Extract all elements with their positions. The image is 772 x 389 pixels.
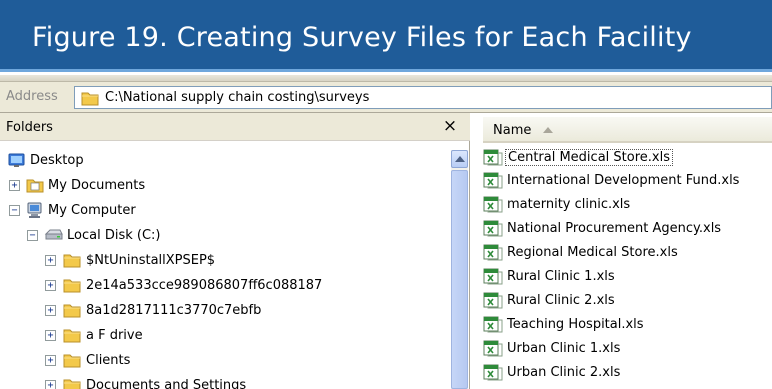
expand-icon[interactable]: + — [45, 380, 56, 389]
file-name: Central Medical Store.xls — [505, 149, 673, 166]
desktop-icon — [8, 152, 26, 173]
tree-item-desktop[interactable]: Desktop — [0, 151, 300, 171]
tree-item-label: Desktop — [30, 153, 84, 168]
file-item[interactable]: Teaching Hospital.xls — [483, 315, 772, 335]
tree-item-label: a F drive — [86, 328, 143, 343]
collapse-icon[interactable]: − — [27, 230, 38, 241]
scrollbar-thumb[interactable] — [451, 170, 468, 389]
folders-header: Folders × — [0, 113, 470, 141]
tree-item-local-disk[interactable]: − Local Disk (C:) — [0, 226, 300, 246]
excel-file-icon — [483, 172, 503, 194]
name-header-label: Name — [493, 123, 532, 138]
file-name: Urban Clinic 1.xls — [507, 341, 621, 356]
excel-file-icon — [483, 316, 503, 338]
figure-banner: Figure 19. Creating Survey Files for Eac… — [0, 0, 772, 72]
file-name: Regional Medical Store.xls — [507, 245, 678, 260]
collapse-icon[interactable]: − — [9, 205, 20, 216]
file-name: Teaching Hospital.xls — [507, 317, 644, 332]
folder-icon — [63, 352, 81, 372]
folder-icon — [63, 327, 81, 347]
sort-ascending-icon — [543, 127, 553, 133]
file-item[interactable]: Regional Medical Store.xls — [483, 243, 772, 263]
tree-item-folder[interactable]: + 2e14a533cce989086807ff6c088187 — [0, 276, 440, 296]
file-item[interactable]: International Development Fund.xls — [483, 171, 772, 191]
file-item[interactable]: Rural Clinic 2.xls — [483, 291, 772, 311]
address-bar: Address C:\National supply chain costing… — [0, 82, 772, 113]
scroll-up-icon[interactable] — [451, 150, 468, 168]
excel-file-icon — [483, 220, 503, 242]
folder-icon — [81, 90, 99, 111]
tree-item-folder[interactable]: + 8a1d2817111c3770c7ebfb — [0, 301, 440, 321]
file-name: Rural Clinic 2.xls — [507, 293, 615, 308]
file-name: International Development Fund.xls — [507, 173, 740, 188]
expand-icon[interactable]: + — [45, 280, 56, 291]
address-path: C:\National supply chain costing\surveys — [105, 90, 370, 105]
tree-item-label: 2e14a533cce989086807ff6c088187 — [86, 278, 323, 293]
excel-file-icon — [483, 292, 503, 314]
tree-item-label: Local Disk (C:) — [67, 228, 161, 243]
excel-file-icon — [483, 149, 503, 171]
file-item[interactable]: Central Medical Store.xls — [483, 148, 772, 168]
tree-item-label: Documents and Settings — [86, 378, 247, 389]
figure-title: Figure 19. Creating Survey Files for Eac… — [32, 22, 692, 53]
tree-item-my-documents[interactable]: + My Documents — [0, 176, 300, 196]
tree-item-folder[interactable]: + Documents and Settings — [0, 376, 440, 389]
file-item[interactable]: Urban Clinic 2.xls — [483, 363, 772, 383]
close-icon[interactable]: × — [440, 116, 460, 136]
excel-file-icon — [483, 244, 503, 266]
expand-icon[interactable]: + — [45, 305, 56, 316]
tree-item-folder[interactable]: + $NtUninstallXPSEP$ — [0, 251, 440, 271]
computer-icon — [26, 202, 44, 223]
folder-icon — [63, 277, 81, 297]
file-item[interactable]: maternity clinic.xls — [483, 195, 772, 215]
excel-file-icon — [483, 268, 503, 290]
folders-title: Folders — [6, 120, 53, 135]
file-name: Rural Clinic 1.xls — [507, 269, 615, 284]
tree-item-label: 8a1d2817111c3770c7ebfb — [86, 303, 262, 318]
file-item[interactable]: Rural Clinic 1.xls — [483, 267, 772, 287]
tree-item-label: My Computer — [48, 203, 136, 218]
file-name: maternity clinic.xls — [507, 197, 631, 212]
expand-icon[interactable]: + — [45, 355, 56, 366]
folder-icon — [63, 302, 81, 322]
tree-item-my-computer[interactable]: − My Computer — [0, 201, 300, 221]
expand-icon[interactable]: + — [9, 180, 20, 191]
tree-item-label: $NtUninstallXPSEP$ — [86, 253, 216, 268]
expand-icon[interactable]: + — [45, 255, 56, 266]
address-input[interactable]: C:\National supply chain costing\surveys — [74, 86, 772, 109]
excel-file-icon — [483, 196, 503, 218]
tree-item-label: My Documents — [48, 178, 146, 193]
expand-icon[interactable]: + — [45, 330, 56, 341]
folder-icon — [63, 252, 81, 272]
file-name: Urban Clinic 2.xls — [507, 365, 621, 380]
tree-item-label: Clients — [86, 353, 131, 368]
folders-pane: Folders × Desktop + My Documents − My Co… — [0, 113, 470, 389]
documents-folder-icon — [26, 177, 44, 197]
tree-item-folder[interactable]: + Clients — [0, 351, 440, 371]
files-pane: Name Central Medical Store.xls Internati… — [471, 113, 772, 389]
file-name: National Procurement Agency.xls — [507, 221, 722, 236]
toolbar-strip — [0, 75, 772, 82]
folder-icon — [63, 377, 81, 389]
drive-icon — [44, 227, 64, 247]
excel-file-icon — [483, 340, 503, 362]
file-item[interactable]: Urban Clinic 1.xls — [483, 339, 772, 359]
excel-file-icon — [483, 364, 503, 386]
address-label: Address — [6, 89, 58, 104]
name-column-header[interactable]: Name — [483, 117, 772, 143]
file-item[interactable]: National Procurement Agency.xls — [483, 219, 772, 239]
tree-item-folder[interactable]: + a F drive — [0, 326, 440, 346]
